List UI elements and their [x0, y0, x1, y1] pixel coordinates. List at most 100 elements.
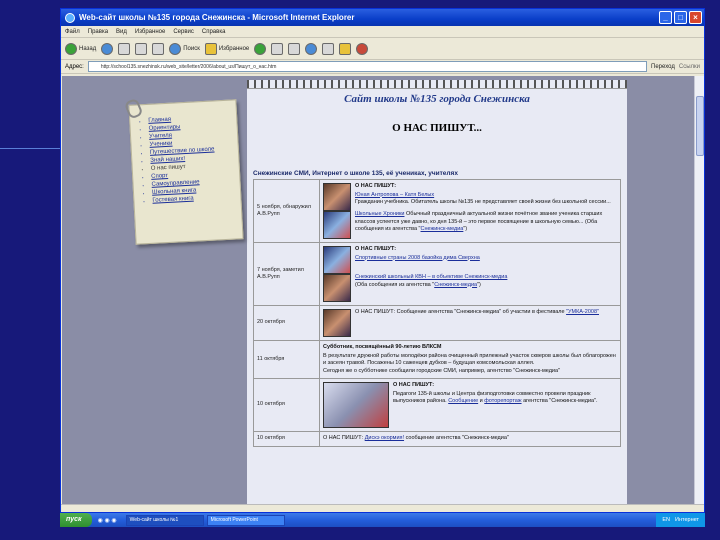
- notebook-spiral: [247, 80, 627, 89]
- table-row: 11 октября Субботник, посвящённый 90-лет…: [253, 340, 621, 379]
- row-date: 10 октября: [253, 431, 320, 447]
- menu-bar: Файл Правка Вид Избранное Сервис Справка: [61, 26, 704, 38]
- stop-icon[interactable]: [118, 42, 131, 55]
- taskbar-item-powerpoint[interactable]: Microsoft PowerPoint: [206, 514, 285, 526]
- table-row: 10 октября О НАС ПИШУТ: Дискэ окормия! с…: [253, 431, 621, 447]
- row-text: О НАС ПИШУТ: Сообщение агентства "Снежин…: [355, 309, 565, 315]
- row-content: О НАС ПИШУТ: Сообщение агентства "Снежин…: [319, 305, 621, 341]
- toolbar: Назад Поиск Избранное: [61, 38, 704, 60]
- network-status: Интернет: [675, 517, 699, 523]
- row-source: агентства "Снежинск-медиа".: [523, 398, 598, 404]
- news-photo: [323, 183, 351, 211]
- row-content: О НАС ПИШУТ: Дискэ окормия! сообщение аг…: [319, 431, 621, 447]
- row-date: 20 октября: [253, 305, 320, 341]
- edit-icon[interactable]: [305, 42, 318, 55]
- back-button[interactable]: Назад: [65, 42, 97, 55]
- search-button[interactable]: Поиск: [169, 42, 200, 55]
- photo-report-link[interactable]: фоторепортаж: [484, 398, 521, 404]
- favorites-label: Избранное: [218, 45, 250, 52]
- festival-link[interactable]: "УМКА-2008": [566, 309, 599, 315]
- row-date: 11 октября: [253, 340, 320, 379]
- row-heading: Субботник, посвящённый 90-летию ВЛКСМ: [323, 344, 442, 350]
- scroll-thumb[interactable]: [696, 96, 704, 156]
- go-button[interactable]: Переход: [651, 64, 675, 70]
- minimize-button[interactable]: _: [659, 11, 672, 24]
- close-button[interactable]: ×: [689, 11, 702, 24]
- window-title: Web-сайт школы №135 города Снежинска - M…: [79, 13, 355, 22]
- row-heading: О НАС ПИШУТ:: [355, 246, 397, 252]
- row-text: Сегодня же о субботнике сообщили городск…: [323, 367, 561, 374]
- row-content: Субботник, посвящённый 90-летию ВЛКСМ В …: [319, 340, 621, 379]
- taskbar: пуск ◉ ◉ ◉ Web-сайт школы №1 Microsoft P…: [60, 513, 705, 527]
- ie-logo-icon: [65, 12, 75, 23]
- address-bar: Адрес: Переход Ссылки: [61, 60, 704, 74]
- home-icon[interactable]: [152, 42, 165, 55]
- row-text: О НАС ПИШУТ:: [323, 435, 364, 441]
- links-button[interactable]: Ссылки: [679, 64, 700, 70]
- row-date: 5 ноября, обнаружил А.В.Рупп: [253, 179, 320, 243]
- start-button[interactable]: пуск: [60, 513, 92, 527]
- back-label: Назад: [79, 45, 97, 52]
- article-link[interactable]: Спортивные страны 2008 базойка дима Свер…: [355, 255, 480, 261]
- menu-help[interactable]: Справка: [202, 29, 226, 35]
- title-bar[interactable]: Web-сайт школы №135 города Снежинска - M…: [61, 9, 704, 26]
- vertical-scrollbar[interactable]: [694, 76, 704, 506]
- article-link[interactable]: Сообщение: [448, 398, 478, 404]
- row-text: сообщение агентства "Снежинск-медиа": [405, 435, 509, 441]
- article-link[interactable]: Снежинский школьный КВН – в объективе Сн…: [355, 274, 507, 280]
- row-date: 10 октября: [253, 378, 320, 432]
- source-link[interactable]: Снежинск-медиа: [421, 226, 464, 232]
- menu-edit[interactable]: Правка: [88, 29, 108, 35]
- favorites-button[interactable]: Избранное: [204, 42, 250, 55]
- row-date: 7 ноября, заметил А.В.Рупп: [253, 242, 320, 306]
- mail-icon[interactable]: [271, 42, 284, 55]
- row-content: О НАС ПИШУТ: Юная Антропова – Катя Белых…: [319, 179, 621, 243]
- site-title: Сайт школы №135 города Снежинска: [344, 93, 530, 105]
- about-title: О НАС ПИШУТ...: [392, 122, 482, 134]
- row-content: О НАС ПИШУТ: Спортивные страны 2008 базо…: [319, 242, 621, 306]
- discuss-icon[interactable]: [322, 42, 335, 55]
- menu-tools[interactable]: Сервис: [173, 29, 194, 35]
- news-photo: [323, 246, 351, 274]
- nav-menu: Главная Ориентиры Учителя Ученики Путеше…: [140, 113, 234, 206]
- research-icon[interactable]: [356, 42, 369, 55]
- menu-favorites[interactable]: Избранное: [135, 29, 165, 35]
- quick-launch-icon[interactable]: ◉ ◉ ◉: [98, 517, 117, 524]
- messenger-icon[interactable]: [339, 42, 352, 55]
- news-photo: [323, 274, 351, 302]
- source-link[interactable]: Снежинск-медиа: [434, 282, 477, 288]
- section-heading: Снежинские СМИ, Интернет о школе 135, её…: [253, 170, 458, 177]
- taskbar-item-browser[interactable]: Web-сайт школы №1: [125, 514, 204, 526]
- search-label: Поиск: [183, 45, 200, 52]
- news-photo: [323, 309, 351, 337]
- language-indicator[interactable]: EN: [662, 513, 670, 527]
- browser-window: Web-сайт школы №135 города Снежинска - M…: [60, 8, 705, 513]
- nav-menu-card: Главная Ориентиры Учителя Ученики Путеше…: [123, 97, 244, 245]
- maximize-button[interactable]: □: [674, 11, 687, 24]
- back-arrow-icon: [65, 42, 77, 55]
- address-input[interactable]: [87, 61, 648, 72]
- news-photo: [323, 382, 389, 428]
- article-link[interactable]: Школьные Хроники: [355, 211, 404, 217]
- history-icon[interactable]: [254, 42, 267, 55]
- system-tray: EN Интернет: [656, 513, 705, 527]
- slide-decoration-line: [0, 148, 60, 149]
- table-row: 7 ноября, заметил А.В.Рупп О НАС ПИШУТ: …: [253, 242, 621, 306]
- menu-view[interactable]: Вид: [116, 29, 127, 35]
- address-label: Адрес:: [65, 63, 84, 70]
- menu-file[interactable]: Файл: [65, 29, 80, 35]
- article-link[interactable]: Дискэ окормия!: [365, 435, 404, 441]
- forward-arrow-icon[interactable]: [101, 42, 114, 55]
- article-link[interactable]: Юная Антропова – Катя Белых: [355, 192, 434, 198]
- search-icon: [169, 42, 182, 55]
- print-icon[interactable]: [288, 42, 301, 55]
- table-row: 20 октября О НАС ПИШУТ: Сообщение агентс…: [253, 305, 621, 341]
- refresh-icon[interactable]: [135, 42, 148, 55]
- table-row: 10 октября О НАС ПИШУТ: Педагоги 135-й ш…: [253, 378, 621, 432]
- news-table: 5 ноября, обнаружил А.В.Рупп О НАС ПИШУТ…: [253, 179, 621, 447]
- row-content: О НАС ПИШУТ: Педагоги 135-й школы и Цент…: [319, 378, 621, 432]
- row-text: В результате дружной работы молодёжи рай…: [323, 352, 616, 367]
- row-text: Гражданин учебника. Обитатель школы №135…: [355, 199, 611, 205]
- star-icon: [204, 42, 217, 55]
- news-section: Снежинские СМИ, Интернет о школе 135, её…: [253, 170, 621, 447]
